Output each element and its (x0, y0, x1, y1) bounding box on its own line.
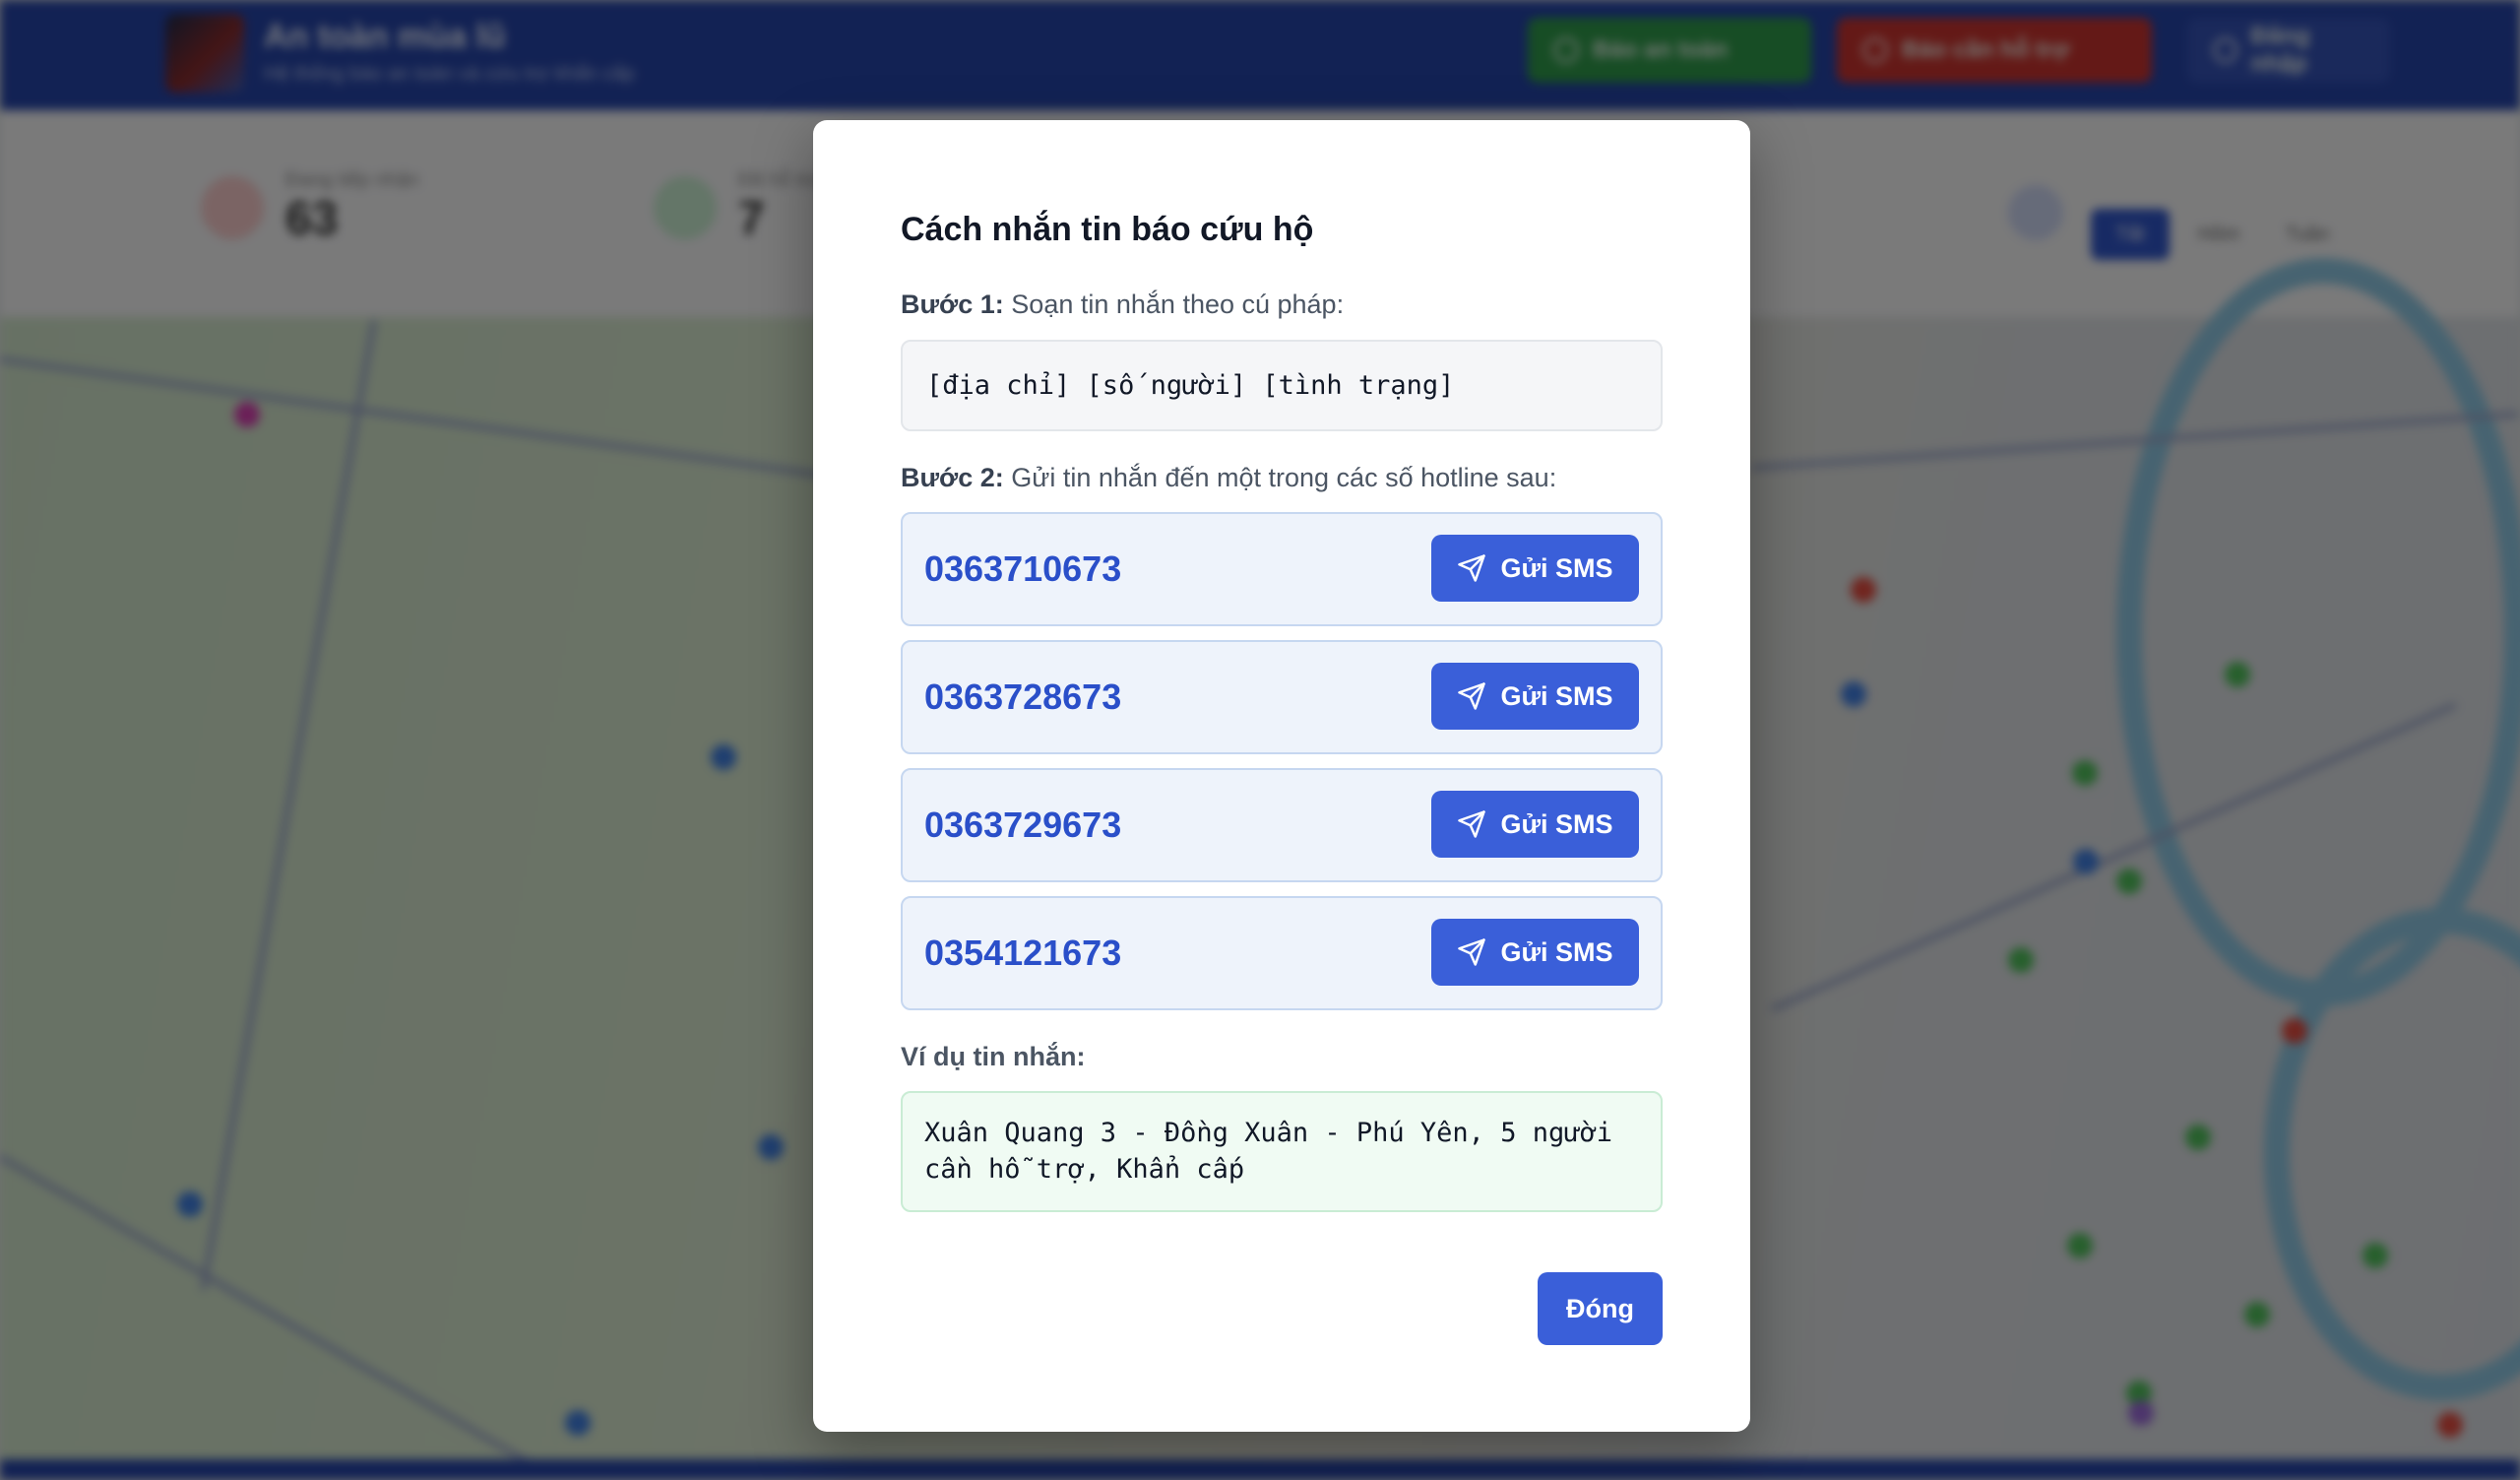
modal-title: Cách nhắn tin báo cứu hộ (901, 211, 1314, 248)
hotline-card: 0363729673 Gửi SMS (901, 768, 1663, 882)
step-1: Bước 1: Soạn tin nhắn theo cú pháp: (901, 290, 1344, 320)
send-sms-button[interactable]: Gửi SMS (1431, 663, 1639, 730)
send-sms-label: Gửi SMS (1500, 552, 1613, 583)
hotline-number: 0354121673 (924, 933, 1122, 973)
send-sms-label: Gửi SMS (1500, 808, 1613, 839)
hotline-card: 0363710673 Gửi SMS (901, 512, 1663, 626)
hotline-number: 0363729673 (924, 804, 1122, 845)
hotline-number: 0363728673 (924, 676, 1122, 717)
send-icon (1458, 810, 1486, 838)
hotline-card: 0354121673 Gửi SMS (901, 896, 1663, 1010)
send-icon (1458, 554, 1486, 582)
syntax-box: [địa chỉ] [số người] [tình trạng] (901, 340, 1663, 431)
send-sms-label: Gửi SMS (1500, 936, 1613, 967)
example-message: Xuân Quang 3 - Đồng Xuân - Phú Yên, 5 ng… (901, 1091, 1663, 1212)
send-sms-label: Gửi SMS (1500, 680, 1613, 711)
step-1-text: Soạn tin nhắn theo cú pháp: (1011, 290, 1345, 319)
step-2-text: Gửi tin nhắn đến một trong các số hotlin… (1011, 463, 1557, 492)
hotline-card: 0363728673 Gửi SMS (901, 640, 1663, 754)
sms-instructions-modal: Cách nhắn tin báo cứu hộ Bước 1: Soạn ti… (813, 120, 1750, 1432)
send-sms-button[interactable]: Gửi SMS (1431, 919, 1639, 986)
send-icon (1458, 938, 1486, 966)
send-icon (1458, 682, 1486, 710)
step-2-label: Bước 2: (901, 463, 1004, 492)
step-2: Bước 2: Gửi tin nhắn đến một trong các s… (901, 463, 1556, 493)
send-sms-button[interactable]: Gửi SMS (1431, 791, 1639, 858)
step-1-label: Bước 1: (901, 290, 1004, 319)
close-button[interactable]: Đóng (1538, 1272, 1663, 1345)
example-label: Ví dụ tin nhắn: (901, 1042, 1086, 1071)
hotline-number: 0363710673 (924, 548, 1122, 589)
send-sms-button[interactable]: Gửi SMS (1431, 535, 1639, 602)
